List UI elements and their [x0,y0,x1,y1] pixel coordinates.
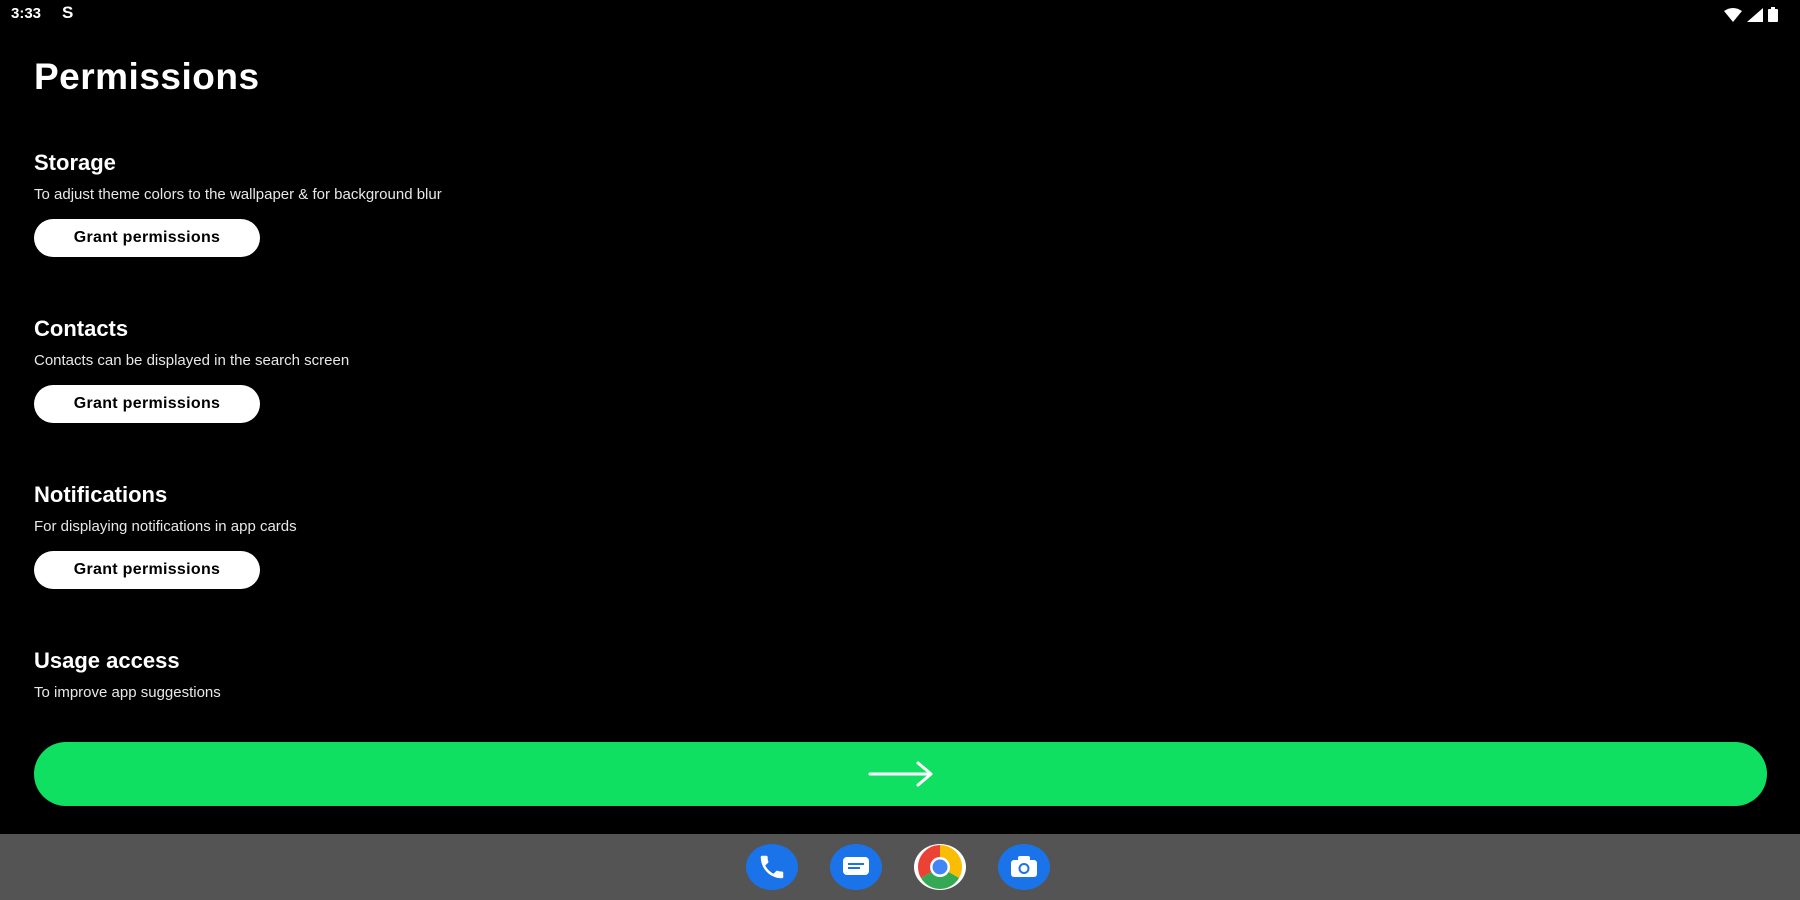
battery-icon [1768,7,1778,22]
camera-app[interactable] [996,842,1052,892]
permission-usage-access: Usage access To improve app suggestions [34,646,934,703]
status-icons [1724,7,1778,22]
permission-storage: Storage To adjust theme colors to the wa… [34,148,934,257]
permission-heading: Notifications [34,482,168,507]
camera-icon [998,844,1050,890]
permission-notifications: Notifications For displaying notificatio… [34,480,934,589]
phone-icon [746,844,798,890]
phone-app[interactable] [744,842,800,892]
chrome-app[interactable] [912,842,968,892]
status-time: 3:33 [11,5,42,22]
status-bar: 3:33 S [0,0,1800,30]
grant-notifications-button[interactable]: Grant permissions [34,551,260,589]
next-button[interactable] [34,742,1767,806]
permission-description: Contacts can be displayed in the search … [34,352,350,369]
permission-description: To adjust theme colors to the wallpaper … [34,186,442,203]
permission-heading: Storage [34,150,116,175]
permission-contacts: Contacts Contacts can be displayed in th… [34,314,934,423]
grant-contacts-button[interactable]: Grant permissions [34,385,260,423]
permission-description: For displaying notifications in app card… [34,518,297,535]
dock-apps [744,842,1052,892]
permissions-screen: 3:33 S Permissions Storage To adjust the… [0,0,1800,900]
app-dock [0,834,1800,900]
notification-s-icon: S [62,3,74,22]
permission-heading: Usage access [34,648,180,673]
grant-storage-button[interactable]: Grant permissions [34,219,260,257]
messages-app[interactable] [828,842,884,892]
permission-description: To improve app suggestions [34,684,221,701]
chrome-icon [914,844,966,890]
permission-heading: Contacts [34,316,129,341]
wifi-icon [1724,7,1742,22]
page-title: Permissions [34,56,260,97]
arrow-right-icon [868,761,932,787]
messages-icon [830,844,882,890]
cellular-signal-icon [1747,7,1763,22]
